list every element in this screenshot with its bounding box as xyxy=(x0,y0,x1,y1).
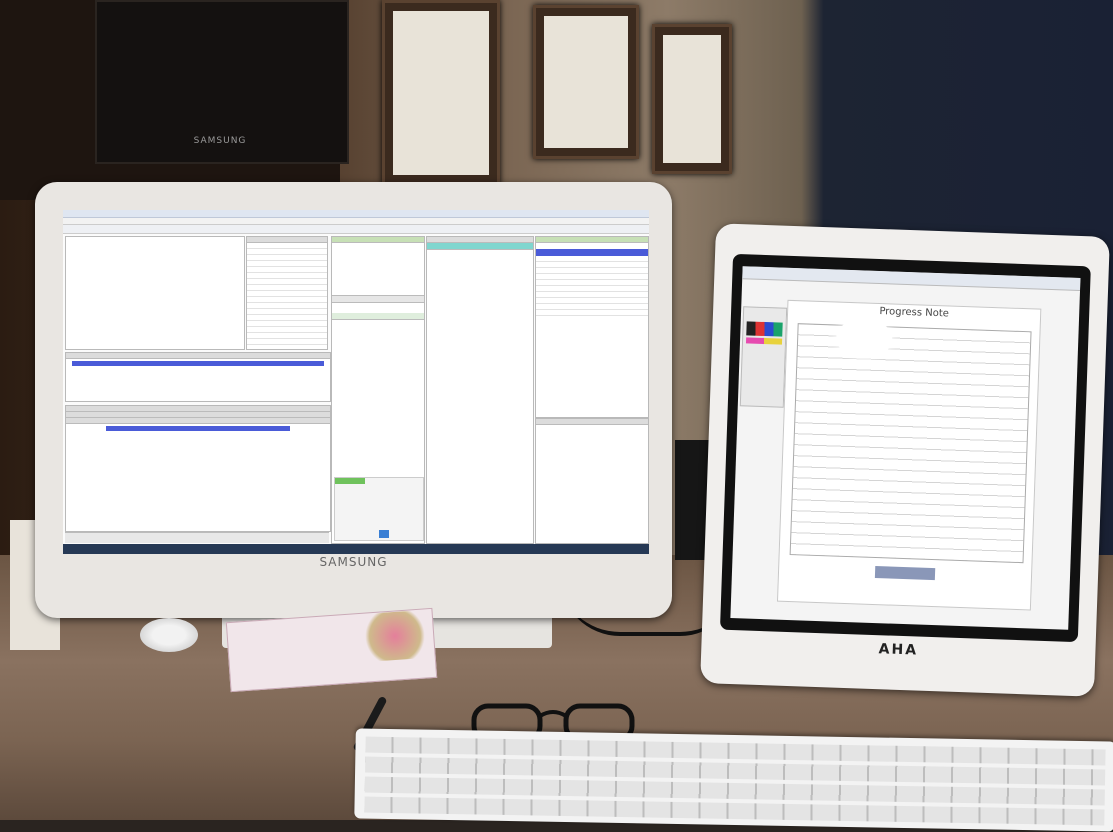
monitor-screen xyxy=(63,210,649,554)
tablet-toolbar[interactable] xyxy=(742,266,1081,292)
tablet-bezel: Progress Note xyxy=(719,253,1091,643)
document-table xyxy=(789,323,1032,564)
monitor-brand: SAMSUNG xyxy=(319,555,388,569)
schedule-selected-row[interactable] xyxy=(536,249,648,256)
schedule-pane[interactable] xyxy=(535,236,649,418)
taskbar[interactable] xyxy=(63,544,649,554)
order-section-header xyxy=(332,295,424,303)
menu-bar[interactable] xyxy=(63,218,649,225)
pen-color-swatches-2[interactable] xyxy=(745,337,783,345)
tablet-screen[interactable]: Progress Note xyxy=(730,266,1081,630)
document-logo xyxy=(874,566,936,581)
certificate-frame-3 xyxy=(652,24,732,174)
keyboard xyxy=(354,728,1113,832)
detail-table-pane[interactable] xyxy=(65,405,331,532)
certificate-frame-2 xyxy=(533,5,639,159)
small-round-device xyxy=(140,618,198,652)
calendar-header xyxy=(335,478,365,484)
signature-tablet: Progress Note AHA xyxy=(700,223,1110,697)
progress-note-document[interactable]: Progress Note xyxy=(776,299,1042,611)
notepad-floral-pattern xyxy=(358,609,432,663)
record-table-pane[interactable] xyxy=(65,352,331,402)
pen-color-swatches[interactable] xyxy=(746,321,783,337)
certificate-frame-1 xyxy=(382,0,500,186)
bottom-button-bar[interactable] xyxy=(65,532,329,543)
lower-right-pane[interactable] xyxy=(535,418,649,544)
background-monitor-brand: SAMSUNG xyxy=(193,136,247,146)
chart-pane[interactable] xyxy=(426,236,534,544)
pen-tool-palette[interactable] xyxy=(739,306,788,408)
patient-list-pane[interactable] xyxy=(65,236,245,350)
side-list-pane[interactable] xyxy=(246,236,328,350)
order-pane[interactable] xyxy=(331,236,425,544)
toolbar[interactable] xyxy=(63,225,649,234)
window-titlebar xyxy=(63,210,649,218)
order-subsection-header xyxy=(332,313,424,320)
calendar-widget[interactable] xyxy=(334,477,424,541)
selected-row[interactable] xyxy=(72,361,324,366)
calendar-selected-day[interactable] xyxy=(379,530,389,538)
selected-detail-row[interactable] xyxy=(106,426,290,431)
document-title: Progress Note xyxy=(879,306,950,320)
